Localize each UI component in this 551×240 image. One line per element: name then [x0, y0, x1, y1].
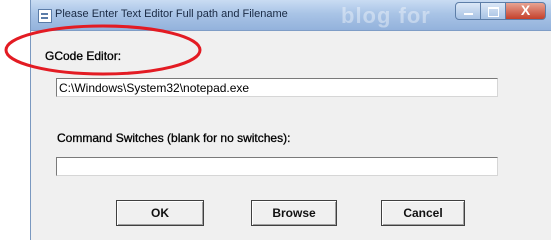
cancel-button[interactable]: Cancel: [381, 200, 465, 226]
annotation-ellipse-shape: [4, 24, 202, 76]
caption-controls: X: [455, 2, 546, 20]
close-icon: X: [520, 2, 531, 18]
minimize-button[interactable]: [455, 2, 481, 20]
close-button[interactable]: X: [506, 2, 546, 20]
command-switches-input[interactable]: [56, 157, 498, 176]
maximize-button[interactable]: [481, 2, 506, 20]
command-switches-label: Command Switches (blank for no switches)…: [57, 131, 291, 145]
red-annotation-ellipse: [4, 24, 202, 76]
browse-button[interactable]: Browse: [251, 200, 337, 226]
ok-button[interactable]: OK: [116, 200, 204, 226]
window-title: Please Enter Text Editor Full path and F…: [55, 8, 288, 20]
blog-watermark: blog for: [341, 3, 431, 28]
